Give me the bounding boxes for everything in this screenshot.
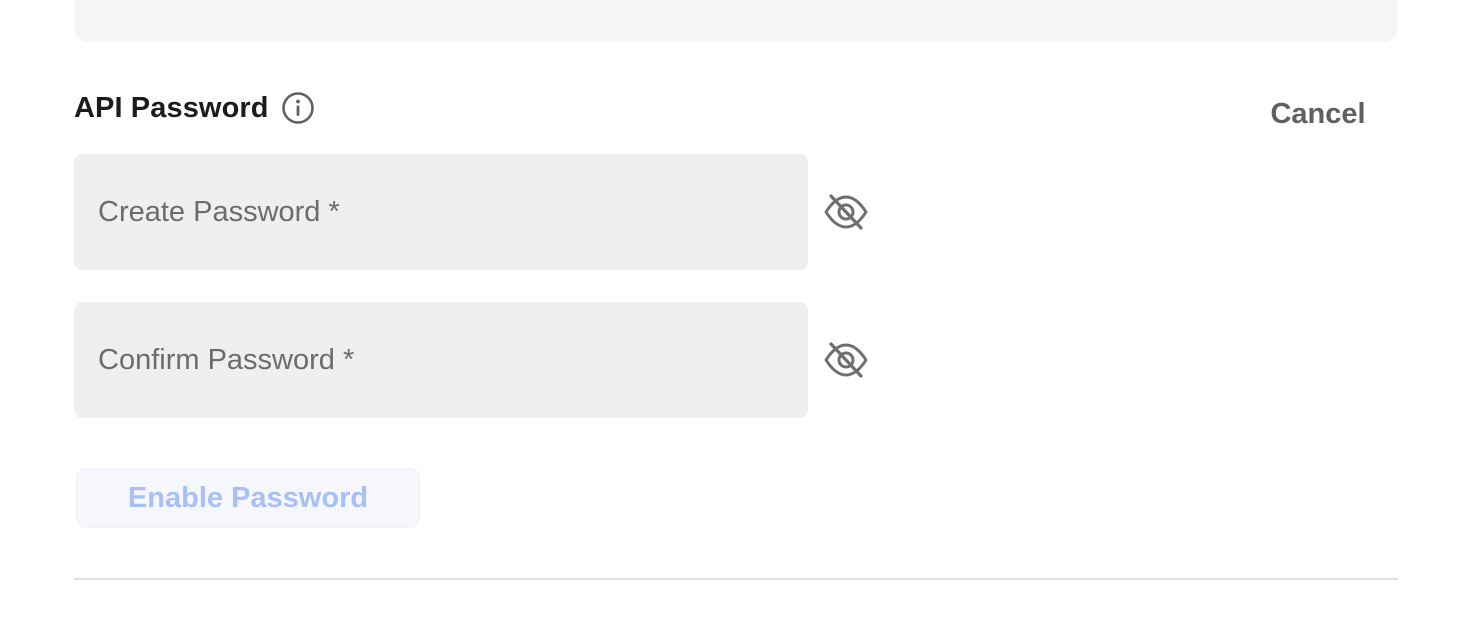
cancel-button[interactable]: Cancel [1238,94,1398,134]
previous-section-panel [74,0,1398,42]
section-header: API Password [74,88,315,128]
api-password-page: API Password Cancel Enable Password [0,0,1460,618]
create-password-input[interactable] [98,195,784,229]
divider [74,578,1398,580]
eye-off-icon[interactable] [822,338,870,382]
create-password-row [74,154,894,270]
create-password-field[interactable] [74,154,808,270]
confirm-password-input[interactable] [98,343,784,377]
section-title: API Password [74,91,269,124]
confirm-password-row [74,302,894,418]
confirm-password-field[interactable] [74,302,808,418]
info-circle-icon[interactable] [281,91,315,125]
eye-off-icon[interactable] [822,190,870,234]
enable-password-button[interactable]: Enable Password [76,468,420,528]
